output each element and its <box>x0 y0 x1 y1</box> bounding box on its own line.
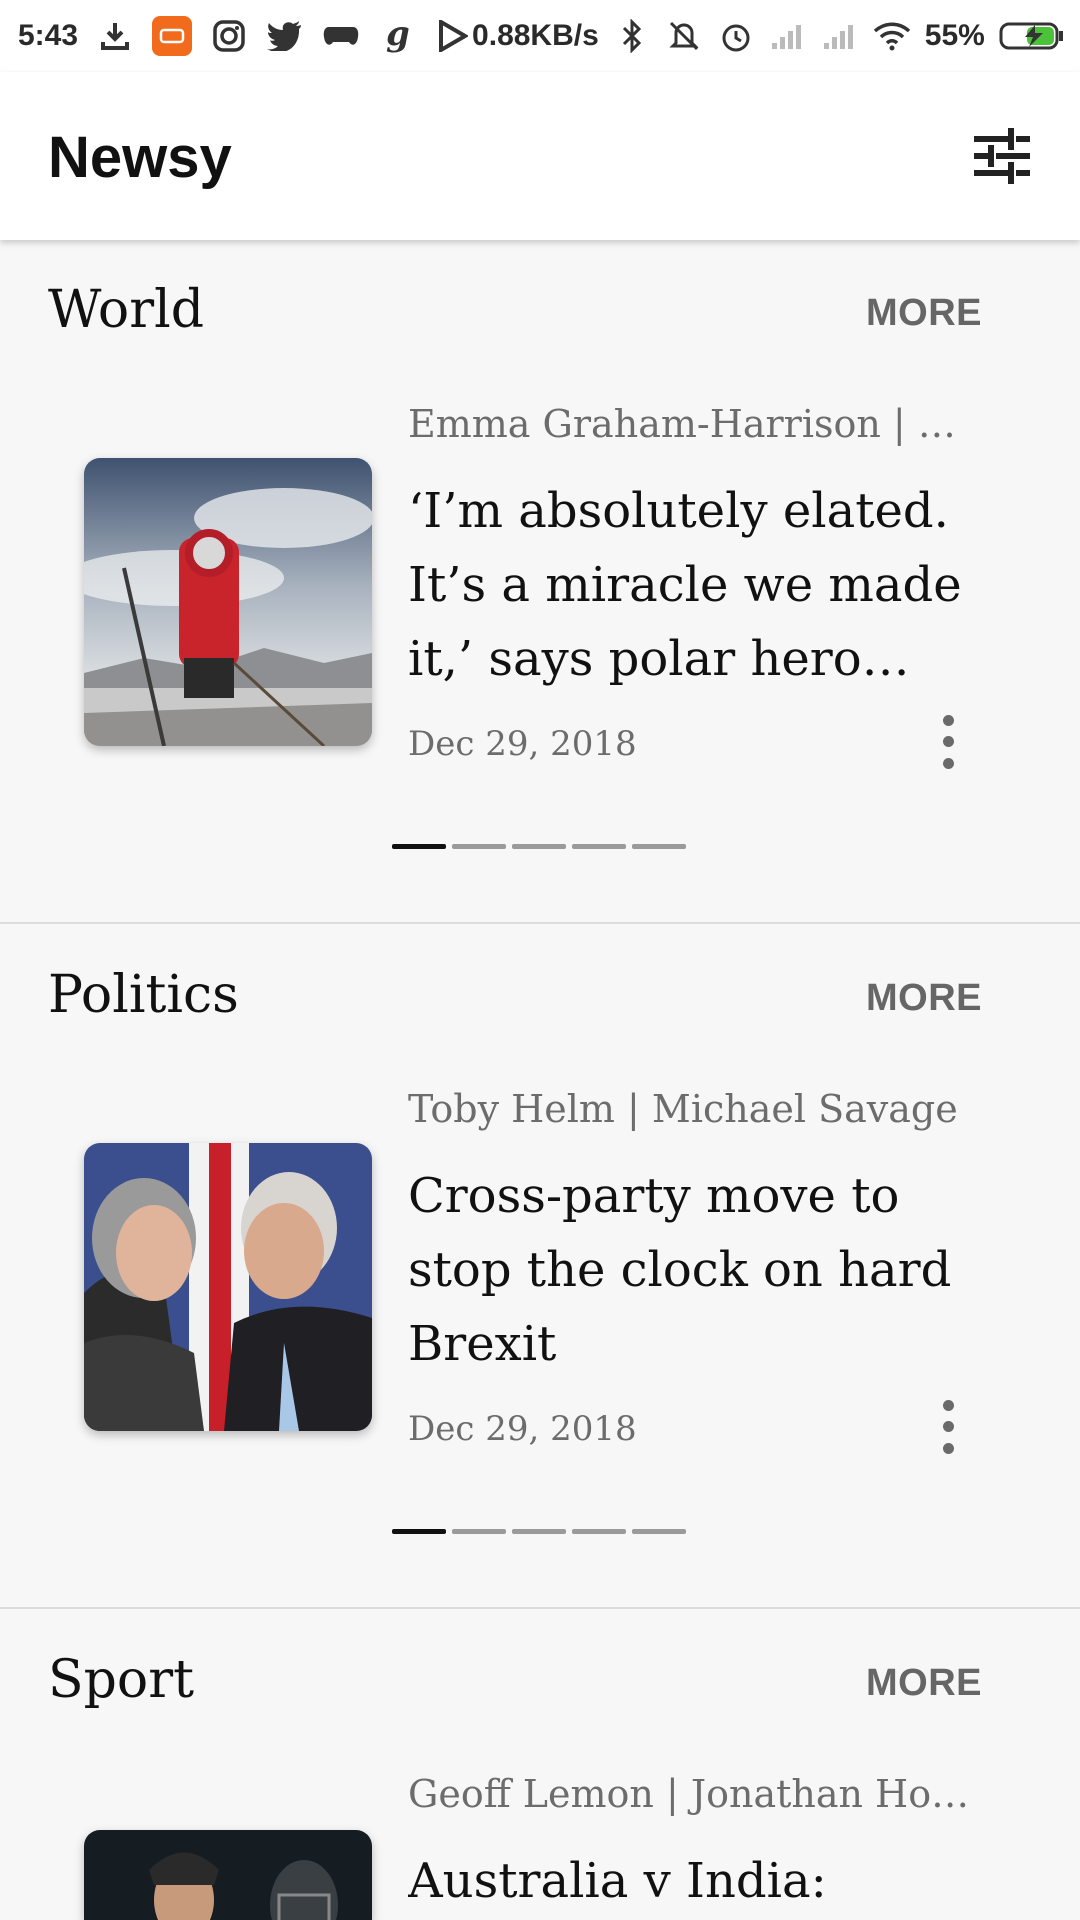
mute-icon <box>665 17 703 55</box>
section-title: World <box>48 280 204 340</box>
article-byline: Toby Helm | Michael Savage <box>408 1087 958 1131</box>
article-date: Dec 29, 2018 <box>408 724 637 764</box>
page-indicator <box>452 844 506 849</box>
network-speed: 0.88KB/s <box>472 19 599 52</box>
page-indicator <box>632 844 686 849</box>
svg-text:g: g <box>386 17 410 54</box>
alarm-icon <box>717 17 755 55</box>
g-app-icon: g <box>378 17 416 55</box>
battery-charging-icon <box>999 21 1065 51</box>
more-options-icon[interactable] <box>928 1395 968 1459</box>
battery-percent: 55% <box>924 19 985 52</box>
section-title: Sport <box>48 1650 194 1710</box>
twitter-icon <box>266 17 304 55</box>
page-indicator <box>572 1529 626 1534</box>
status-time: 5:43 <box>18 19 79 52</box>
filter-button[interactable] <box>964 118 1040 194</box>
app-bar: Newsy <box>0 72 1080 240</box>
more-options-icon[interactable] <box>928 710 968 774</box>
article-byline: Geoff Lemon | Jonathan Howcroft <box>408 1772 978 1816</box>
bluetooth-icon <box>613 17 651 55</box>
article-headline[interactable]: ‘I’m absolutely elated. It’s a miracle w… <box>408 474 998 696</box>
article-byline: Emma Graham-Harrison | Lou Rudd <box>408 402 978 446</box>
download-icon <box>96 17 134 55</box>
article-thumbnail[interactable] <box>84 1830 372 1920</box>
app-title: Newsy <box>48 125 232 190</box>
article-headline[interactable]: Cross-party move to stop the clock on ha… <box>408 1159 998 1381</box>
more-button[interactable]: MORE <box>866 292 982 335</box>
page-indicator <box>512 1529 566 1534</box>
carousel-indicator <box>392 1529 686 1534</box>
instagram-icon <box>210 17 248 55</box>
mi-icon <box>152 16 193 56</box>
status-bar: 5:43 g 0.88KB/s 55% <box>0 0 1080 72</box>
signal-icon <box>769 17 807 55</box>
page-indicator <box>572 844 626 849</box>
play-store-icon <box>434 17 472 55</box>
more-button[interactable]: MORE <box>866 1662 982 1705</box>
section-politics: Politics MORE Toby Helm | Michael Savage… <box>0 925 1080 1609</box>
article-thumbnail[interactable] <box>84 1143 372 1431</box>
page-indicator <box>392 844 446 849</box>
article-date: Dec 29, 2018 <box>408 1409 637 1449</box>
page-indicator <box>512 844 566 849</box>
article-headline[interactable]: Australia v India: <box>408 1844 998 1918</box>
section-world: World MORE Emma Graham-Harrison | Lou Ru… <box>0 240 1080 924</box>
signal-icon <box>821 17 859 55</box>
section-sport: Sport MORE Geoff Lemon | Jonathan Howcro… <box>0 1610 1080 1920</box>
article-thumbnail[interactable] <box>84 458 372 746</box>
section-title: Politics <box>48 965 239 1025</box>
wifi-icon <box>873 17 911 55</box>
page-indicator <box>452 1529 506 1534</box>
tune-icon <box>974 128 1030 184</box>
carousel-indicator <box>392 844 686 849</box>
more-button[interactable]: MORE <box>866 977 982 1020</box>
page-indicator <box>632 1529 686 1534</box>
page-indicator <box>392 1529 446 1534</box>
game-controller-icon <box>322 17 360 55</box>
